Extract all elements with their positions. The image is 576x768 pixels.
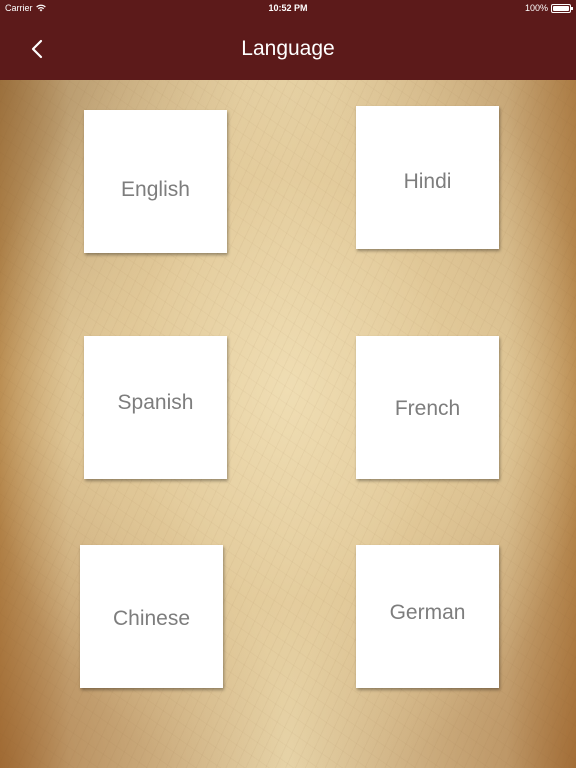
language-card-hindi[interactable]: Hindi (356, 106, 499, 249)
language-label: Chinese (112, 606, 191, 630)
language-label: French (394, 396, 461, 420)
battery-indicator: 100% (524, 3, 573, 13)
language-label: Hindi (403, 169, 452, 193)
battery-icon (551, 3, 573, 13)
language-screen: Carrier 10:52 PM 100% Language English H… (0, 0, 576, 768)
language-card-german[interactable]: German (356, 545, 499, 688)
battery-percent: 100% (524, 3, 548, 13)
status-bar: Carrier 10:52 PM 100% (0, 0, 576, 18)
language-label: Spanish (117, 390, 194, 414)
language-card-french[interactable]: French (356, 336, 499, 479)
language-label: English (121, 177, 190, 201)
navigation-bar: Language (0, 18, 576, 80)
language-card-spanish[interactable]: Spanish (84, 336, 227, 479)
language-label: German (389, 600, 466, 624)
status-time: 10:52 PM (268, 3, 308, 13)
page-title: Language (241, 37, 335, 60)
language-card-chinese[interactable]: Chinese (80, 545, 223, 688)
language-card-english[interactable]: English (84, 110, 227, 253)
